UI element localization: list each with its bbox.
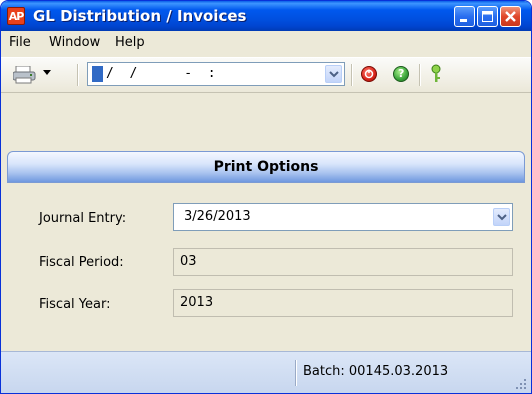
journal-entry-dropdown[interactable]: 3/26/2013 [173, 203, 513, 231]
printer-icon[interactable] [13, 66, 37, 84]
chevron-down-icon [329, 71, 339, 78]
status-bar: Batch: 00145.03.2013 [1, 351, 531, 393]
toolbar-separator [419, 64, 421, 86]
fiscal-period-value: 03 [180, 254, 197, 269]
batch-status: Batch: 00145.03.2013 [303, 364, 449, 379]
toolbar-separator [77, 64, 79, 86]
menu-bar: File Window Help [1, 31, 531, 55]
minimize-button[interactable] [454, 6, 475, 27]
chevron-down-icon [497, 214, 507, 221]
menu-window[interactable]: Window [49, 35, 100, 50]
menu-help[interactable]: Help [115, 35, 145, 50]
status-separator [295, 360, 297, 386]
minimize-icon [460, 19, 467, 22]
app-window: AP GL Distribution / Invoices File Windo… [0, 0, 532, 394]
stop-icon[interactable] [361, 66, 377, 82]
help-icon[interactable]: ? [393, 66, 409, 82]
date-selection-highlight [92, 66, 103, 82]
chevron-down-icon[interactable] [43, 70, 51, 76]
window-title: GL Distribution / Invoices [33, 7, 247, 25]
maximize-button[interactable] [477, 6, 498, 27]
toolbar-separator [351, 64, 353, 86]
resize-grip-icon[interactable] [515, 378, 527, 390]
date-time-field[interactable]: / / - : [87, 62, 345, 86]
maximize-icon [482, 11, 493, 22]
journal-entry-value: 3/26/2013 [184, 209, 251, 224]
close-icon [505, 11, 516, 22]
fiscal-year-field: 2013 [173, 289, 513, 317]
date-field-value: / / - : [106, 66, 216, 81]
section-title: Print Options [213, 159, 319, 175]
key-icon[interactable] [429, 64, 443, 84]
close-button[interactable] [500, 6, 521, 27]
toolbar: / / - : ? [1, 57, 531, 93]
journal-entry-dropdown-button[interactable] [493, 208, 510, 226]
menu-file[interactable]: File [9, 35, 31, 50]
fiscal-period-field: 03 [173, 248, 513, 276]
fiscal-year-label: Fiscal Year: [39, 297, 111, 312]
date-dropdown-button[interactable] [325, 65, 342, 83]
title-bar[interactable]: AP GL Distribution / Invoices [1, 1, 531, 31]
fiscal-year-value: 2013 [180, 295, 214, 310]
section-header: Print Options [7, 151, 525, 183]
journal-entry-label: Journal Entry: [39, 211, 127, 226]
fiscal-period-label: Fiscal Period: [39, 255, 124, 270]
app-icon: AP [7, 7, 25, 25]
